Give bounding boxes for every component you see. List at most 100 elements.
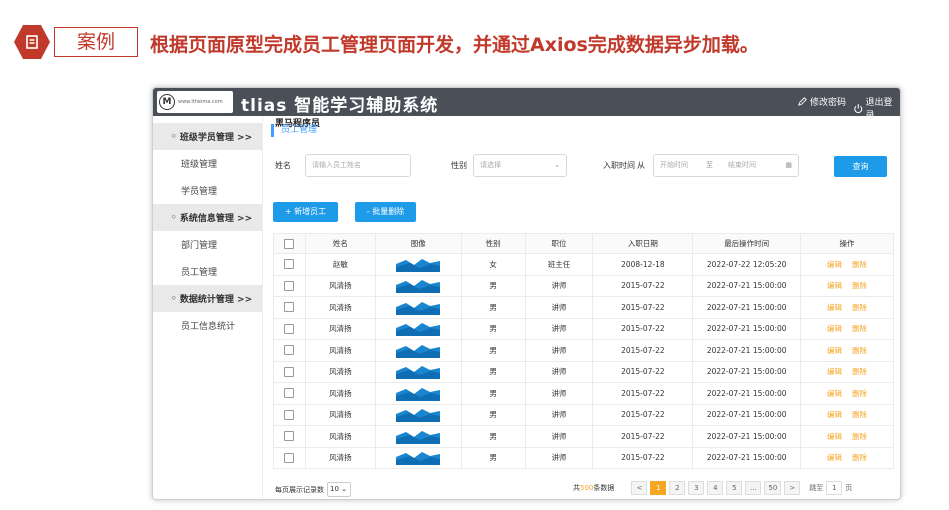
cell-entry-date: 2015-07-22 [592,360,694,383]
row-checkbox[interactable] [284,323,295,334]
entry-date-label: 入职时间 [603,161,635,170]
row-checkbox[interactable] [284,280,295,291]
cell-image [374,296,462,319]
cell-updated-time: 2022-07-21 15:00:00 [692,425,802,448]
row-checkbox[interactable] [284,431,295,442]
row-select-cell[interactable] [273,274,306,297]
sidebar-item-class-management[interactable]: 班级管理 [153,150,262,177]
row-select-cell[interactable] [273,446,306,469]
menu-group-system[interactable]: ◦ 系统信息管理 >> [153,204,262,231]
table-row: 风清扬 男讲师 2015-07-22 2022-07-21 15:00:00 编辑 删除 [273,403,894,426]
add-employee-button[interactable]: + 新增员工 [273,202,338,222]
row-checkbox[interactable] [284,388,295,399]
menu-group-statistics[interactable]: ◦ 数据统计管理 >> [153,285,262,312]
cell-entry-date: 2015-07-22 [592,382,694,405]
cell-entry-date: 2015-07-22 [592,317,694,340]
avatar-image [396,280,441,294]
delete-button[interactable]: 删除 [852,453,867,462]
logo-mark-icon: M [159,94,175,110]
page-button[interactable]: 2 [669,481,686,495]
page-button[interactable]: 50 [764,481,782,495]
edit-button[interactable]: 编辑 [827,303,842,312]
row-checkbox[interactable] [284,366,295,377]
cell-image [374,425,462,448]
date-start-input[interactable]: 开始时间 [660,161,688,169]
cell-name: 风清扬 [304,446,376,469]
row-select-cell[interactable] [273,382,306,405]
cell-image [374,274,462,297]
change-password-button[interactable]: 修改密码 [797,95,846,108]
row-checkbox[interactable] [284,259,295,270]
page-button[interactable]: 5 [726,481,743,495]
slide-title: 根据页面原型完成员工管理页面开发，并通过Axios完成数据异步加载。 [150,34,759,56]
row-select-cell[interactable] [273,339,306,362]
row-checkbox[interactable] [284,409,295,420]
cell-actions: 编辑 删除 [800,274,894,297]
prev-page-button[interactable]: < [631,481,648,495]
page-button[interactable]: 1 [650,481,667,495]
jump-page-input[interactable]: 1 [826,481,843,495]
cell-name: 风清扬 [304,274,376,297]
edit-button[interactable]: 编辑 [827,281,842,290]
row-select-cell[interactable] [273,425,306,448]
date-end-input[interactable]: 结束时间 [728,155,756,176]
page-size-select[interactable]: 10 ⌄ [327,482,351,497]
row-checkbox[interactable] [284,452,295,463]
cell-job: 讲师 [524,339,594,362]
delete-button[interactable]: 删除 [852,367,867,376]
page-button[interactable]: ... [745,481,762,495]
edit-button[interactable]: 编辑 [827,389,842,398]
select-all-cell[interactable] [273,233,306,254]
document-icon [14,25,50,59]
date-range-picker[interactable]: 开始时间 至 结束时间 ▦ [653,154,799,177]
cell-name: 赵敏 [304,253,376,276]
select-all-checkbox[interactable] [284,238,295,249]
edit-button[interactable]: 编辑 [827,367,842,376]
sidebar-item-student-management[interactable]: 学员管理 [153,177,262,204]
cell-image [374,339,462,362]
edit-button[interactable]: 编辑 [827,346,842,355]
row-checkbox[interactable] [284,302,295,313]
row-select-cell[interactable] [273,253,306,276]
delete-button[interactable]: 删除 [852,324,867,333]
row-checkbox[interactable] [284,345,295,356]
edit-button[interactable]: 编辑 [827,260,842,269]
next-page-button[interactable]: > [784,481,801,495]
cell-gender: 男 [460,446,526,469]
delete-button[interactable]: 删除 [852,281,867,290]
edit-button[interactable]: 编辑 [827,432,842,441]
column-header: 职位 [524,233,594,254]
table-body: 赵敏女班主任 2008-12-18 2022-07-22 12:05:20 编辑 删除风… [273,253,894,469]
delete-button[interactable]: 删除 [852,410,867,419]
delete-button[interactable]: 删除 [852,389,867,398]
cell-image [374,382,462,405]
cell-actions: 编辑 删除 [800,339,894,362]
cell-actions: 编辑 删除 [800,382,894,405]
case-badge: 案例 [14,25,138,59]
cell-gender: 男 [460,403,526,426]
edit-button[interactable]: 编辑 [827,453,842,462]
query-button[interactable]: 查询 [834,156,887,177]
gender-select[interactable]: 请选择 ⌄ [473,154,567,177]
delete-button[interactable]: 删除 [852,346,867,355]
sidebar-item-department-management[interactable]: 部门管理 [153,231,262,258]
delete-button[interactable]: 删除 [852,303,867,312]
page-button[interactable]: 3 [688,481,705,495]
batch-delete-button[interactable]: - 批量删除 [355,202,416,222]
menu-group-class[interactable]: ◦ 班级学员管理 >> [153,123,262,150]
cell-updated-time: 2022-07-21 15:00:00 [692,274,802,297]
row-select-cell[interactable] [273,403,306,426]
row-select-cell[interactable] [273,296,306,319]
cell-job: 讲师 [524,403,594,426]
sidebar-item-employee-management[interactable]: 员工管理 [153,258,262,285]
cell-gender: 男 [460,382,526,405]
edit-button[interactable]: 编辑 [827,324,842,333]
row-select-cell[interactable] [273,360,306,383]
row-select-cell[interactable] [273,317,306,340]
delete-button[interactable]: 删除 [852,432,867,441]
edit-button[interactable]: 编辑 [827,410,842,419]
page-button[interactable]: 4 [707,481,724,495]
delete-button[interactable]: 删除 [852,260,867,269]
sidebar-item-employee-statistics[interactable]: 员工信息统计 [153,312,262,339]
name-search-input[interactable]: 请输入员工姓名 [305,154,411,177]
